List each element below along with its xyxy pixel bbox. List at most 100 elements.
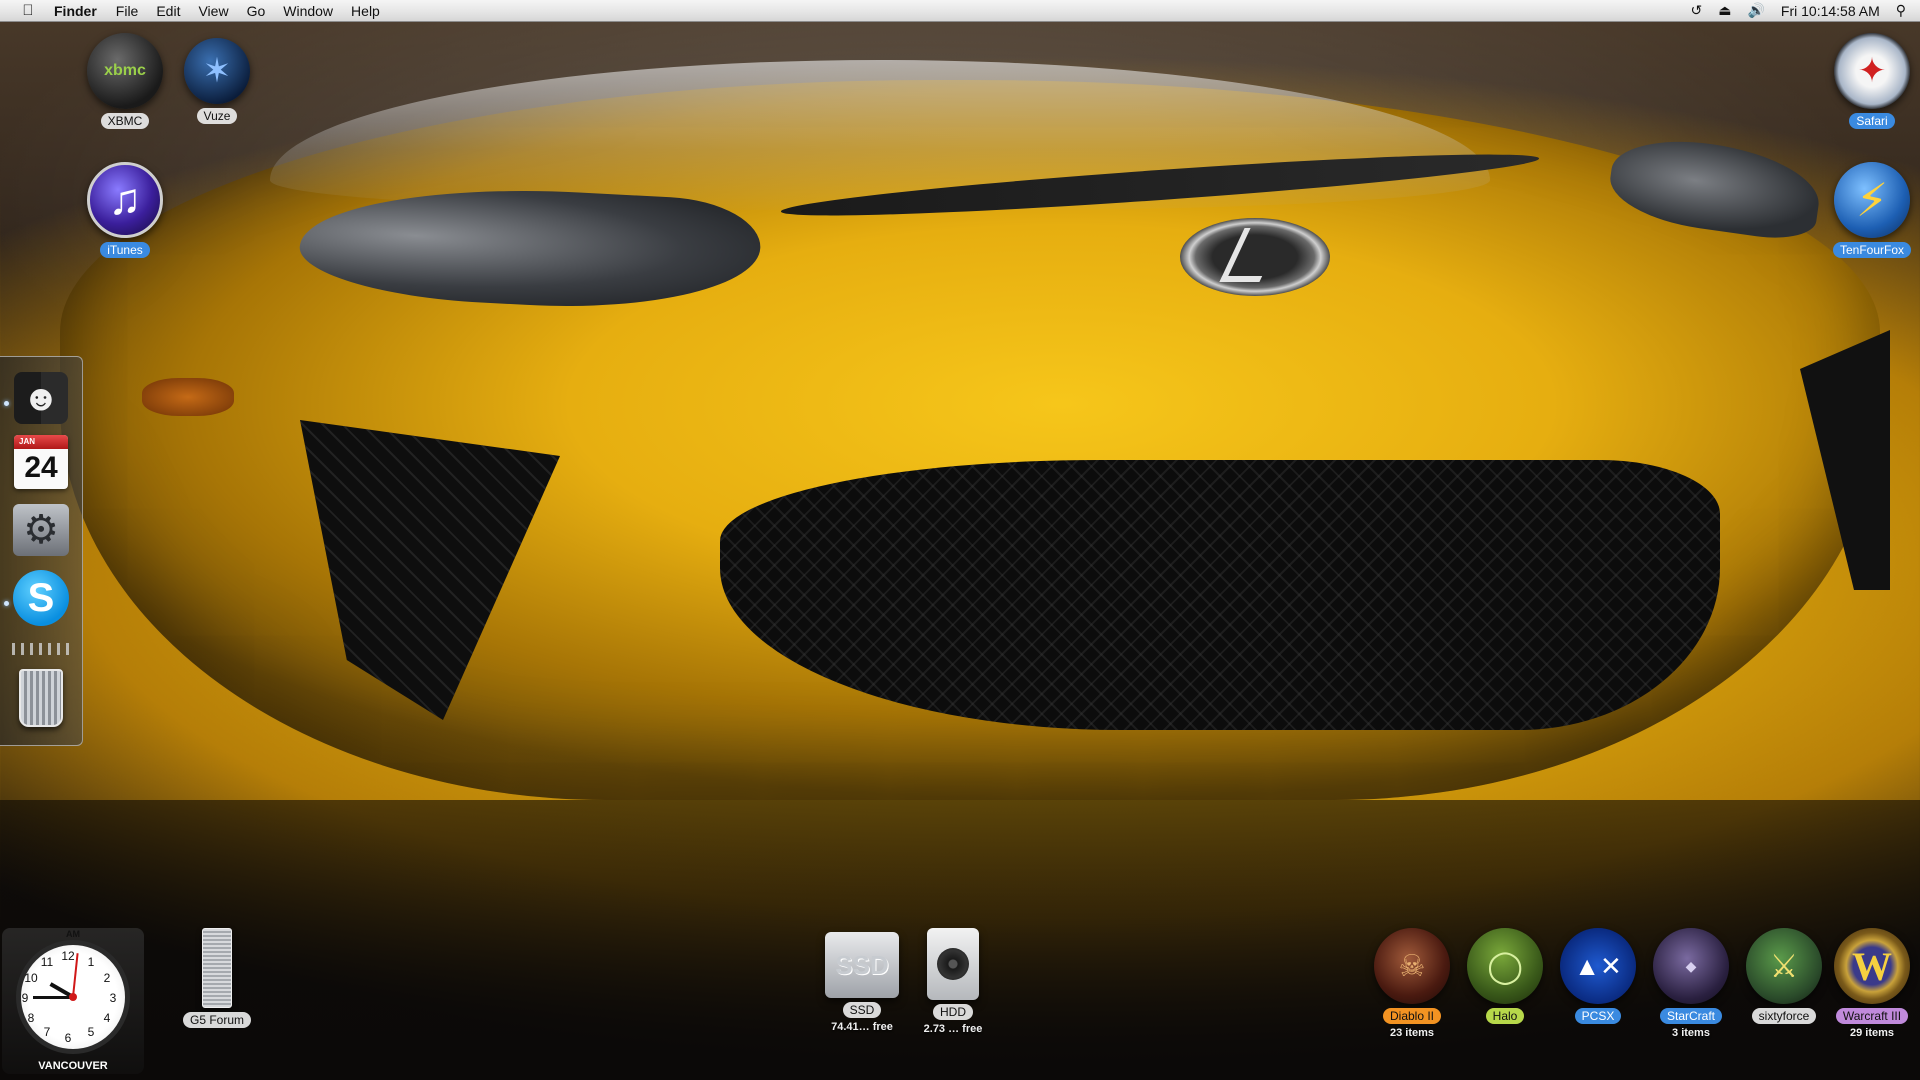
dock-item-system-preferences[interactable]: ⚙ xyxy=(10,501,72,559)
clock-number: 6 xyxy=(64,1031,72,1045)
menu-view[interactable]: View xyxy=(198,3,228,19)
desktop-icon-starcraft[interactable]: ◆ StarCraft 3 items xyxy=(1641,928,1741,1039)
wallpaper-indicator-light xyxy=(142,378,234,416)
dock-separator xyxy=(12,643,72,655)
menu-go[interactable]: Go xyxy=(247,3,266,19)
sixtyforce-icon: ⚔ xyxy=(1746,928,1822,1004)
skype-icon: S xyxy=(13,570,69,626)
desktop-icon-pcsx[interactable]: ▲✕ PCSX xyxy=(1548,928,1648,1025)
menu-edit[interactable]: Edit xyxy=(156,3,180,19)
wallpaper-lexus-letter xyxy=(1219,228,1285,282)
safari-compass-icon: ✦ xyxy=(1834,33,1910,109)
clock-center xyxy=(69,993,77,1001)
desktop-icon-label: Vuze xyxy=(196,108,238,124)
desktop-icon-sixtyforce[interactable]: ⚔ sixtyforce xyxy=(1734,928,1834,1025)
clock-number: 9 xyxy=(21,991,29,1005)
apple-menu-icon[interactable]:  xyxy=(14,2,42,19)
dock-running-indicator xyxy=(4,401,9,406)
xbmc-icon: xbmc xyxy=(87,33,163,109)
wallpaper-car-body xyxy=(60,80,1880,800)
itunes-icon: ♫ xyxy=(87,162,163,238)
diablo-icon: ☠ xyxy=(1374,928,1450,1004)
clock-widget[interactable]: AM 12 1 2 3 4 5 6 7 8 9 10 11 VANCOUVER xyxy=(2,928,144,1074)
spotlight-icon[interactable]: ⚲ xyxy=(1896,2,1906,19)
desktop-icon-vuze[interactable]: ✶ Vuze xyxy=(167,33,267,125)
wallpaper-lexus-badge xyxy=(1180,218,1330,296)
clock-ampm: AM xyxy=(66,929,80,939)
dock-running-indicator xyxy=(4,601,9,606)
clock-number: 10 xyxy=(24,971,38,985)
ssd-drive-icon: SSD xyxy=(825,932,899,998)
clock-number: 3 xyxy=(109,991,117,1005)
menu-app-name[interactable]: Finder xyxy=(54,3,97,19)
clock-number: 7 xyxy=(43,1025,51,1039)
desktop-icon-itunes[interactable]: ♫ iTunes xyxy=(75,162,175,259)
clock-number: 2 xyxy=(103,971,111,985)
desktop-icon-diablo[interactable]: ☠ Diablo II 23 items xyxy=(1362,928,1462,1039)
menu-bar:  Finder File Edit View Go Window Help ↺… xyxy=(0,0,1920,22)
desktop-icon-xbmc[interactable]: xbmc XBMC xyxy=(75,33,175,130)
warcraft-icon: W xyxy=(1834,928,1910,1004)
desktop-icon-safari[interactable]: ✦ Safari xyxy=(1822,33,1920,130)
vuze-icon: ✶ xyxy=(184,38,250,104)
menu-clock[interactable]: Fri 10:14:58 AM xyxy=(1781,3,1880,19)
tenfourfox-icon: ⚡ xyxy=(1834,162,1910,238)
folder-item-count: 23 items xyxy=(1389,1027,1435,1039)
folder-item-count: 3 items xyxy=(1672,1027,1710,1039)
wallpaper-left-vent xyxy=(300,420,560,720)
clock-number: 12 xyxy=(61,949,75,963)
clock-number: 8 xyxy=(27,1011,35,1025)
eject-icon[interactable]: ⏏ xyxy=(1718,2,1731,19)
desktop-icon-hdd[interactable]: HDD 2.73 … free xyxy=(903,928,1003,1035)
hdd-platter xyxy=(937,948,969,980)
powermac-g5-icon xyxy=(202,928,232,1008)
halo-icon: ◯ xyxy=(1467,928,1543,1004)
time-machine-icon[interactable]: ↺ xyxy=(1691,2,1703,19)
desktop-icon-label: iTunes xyxy=(100,242,150,258)
wallpaper-headlight-right xyxy=(1605,130,1825,245)
folder-item-count: 29 items xyxy=(1849,1027,1895,1039)
menu-window[interactable]: Window xyxy=(283,3,333,19)
desktop-icon-halo[interactable]: ◯ Halo xyxy=(1455,928,1555,1025)
finder-icon: ☻ xyxy=(14,372,68,424)
system-preferences-icon: ⚙ xyxy=(13,504,69,556)
wallpaper-hood-line xyxy=(779,143,1541,227)
clock-number: 5 xyxy=(87,1025,95,1039)
calendar-month: JAN xyxy=(14,435,68,449)
desktop-icon-tenfourfox[interactable]: ⚡ TenFourFox xyxy=(1822,162,1920,259)
desktop-icon-label: Safari xyxy=(1849,113,1895,129)
clock-number: 1 xyxy=(87,955,95,969)
menu-help[interactable]: Help xyxy=(351,3,380,19)
wallpaper-right-vent xyxy=(1800,330,1890,590)
desktop-icon-label: HDD xyxy=(933,1004,973,1020)
pcsx-icon: ▲✕ xyxy=(1560,928,1636,1004)
dock-item-finder[interactable]: ☻ xyxy=(10,369,72,427)
desktop-icon-label: Halo xyxy=(1485,1008,1525,1024)
volume-icon[interactable]: 🔊 xyxy=(1747,2,1764,19)
desktop-icon-label: Diablo II xyxy=(1382,1008,1442,1024)
wallpaper-windshield xyxy=(270,60,1490,210)
starcraft-icon: ◆ xyxy=(1653,928,1729,1004)
desktop-icon-label: XBMC xyxy=(100,113,150,129)
desktop-icon-label: SSD xyxy=(842,1002,882,1018)
desktop-icon-ssd[interactable]: SSD SSD 74.41… free xyxy=(812,928,912,1033)
desktop-icon-warcraft[interactable]: W Warcraft III 29 items xyxy=(1822,928,1920,1039)
drive-free-space: 74.41… free xyxy=(831,1021,893,1033)
desktop-icon-label: TenFourFox xyxy=(1832,242,1912,258)
desktop-icon-label: sixtyforce xyxy=(1751,1008,1817,1024)
clock-minute-hand xyxy=(33,995,73,999)
dock-item-trash[interactable] xyxy=(10,669,72,727)
drive-free-space: 2.73 … free xyxy=(923,1023,983,1035)
clock-number: 11 xyxy=(40,955,54,969)
dock-item-skype[interactable]: S xyxy=(10,569,72,627)
hdd-drive-icon xyxy=(927,928,979,1000)
desktop-icon-g5-forum[interactable]: G5 Forum xyxy=(167,928,267,1029)
ical-icon: JAN 24 xyxy=(14,435,68,489)
desktop-icon-label: StarCraft xyxy=(1659,1008,1722,1024)
dock-item-ical[interactable]: JAN 24 xyxy=(10,433,72,491)
clock-number: 4 xyxy=(103,1011,111,1025)
menu-file[interactable]: File xyxy=(116,3,139,19)
clock-city: VANCOUVER xyxy=(38,1060,108,1072)
desktop-icon-label: G5 Forum xyxy=(182,1012,251,1028)
wallpaper-grille xyxy=(720,460,1720,730)
